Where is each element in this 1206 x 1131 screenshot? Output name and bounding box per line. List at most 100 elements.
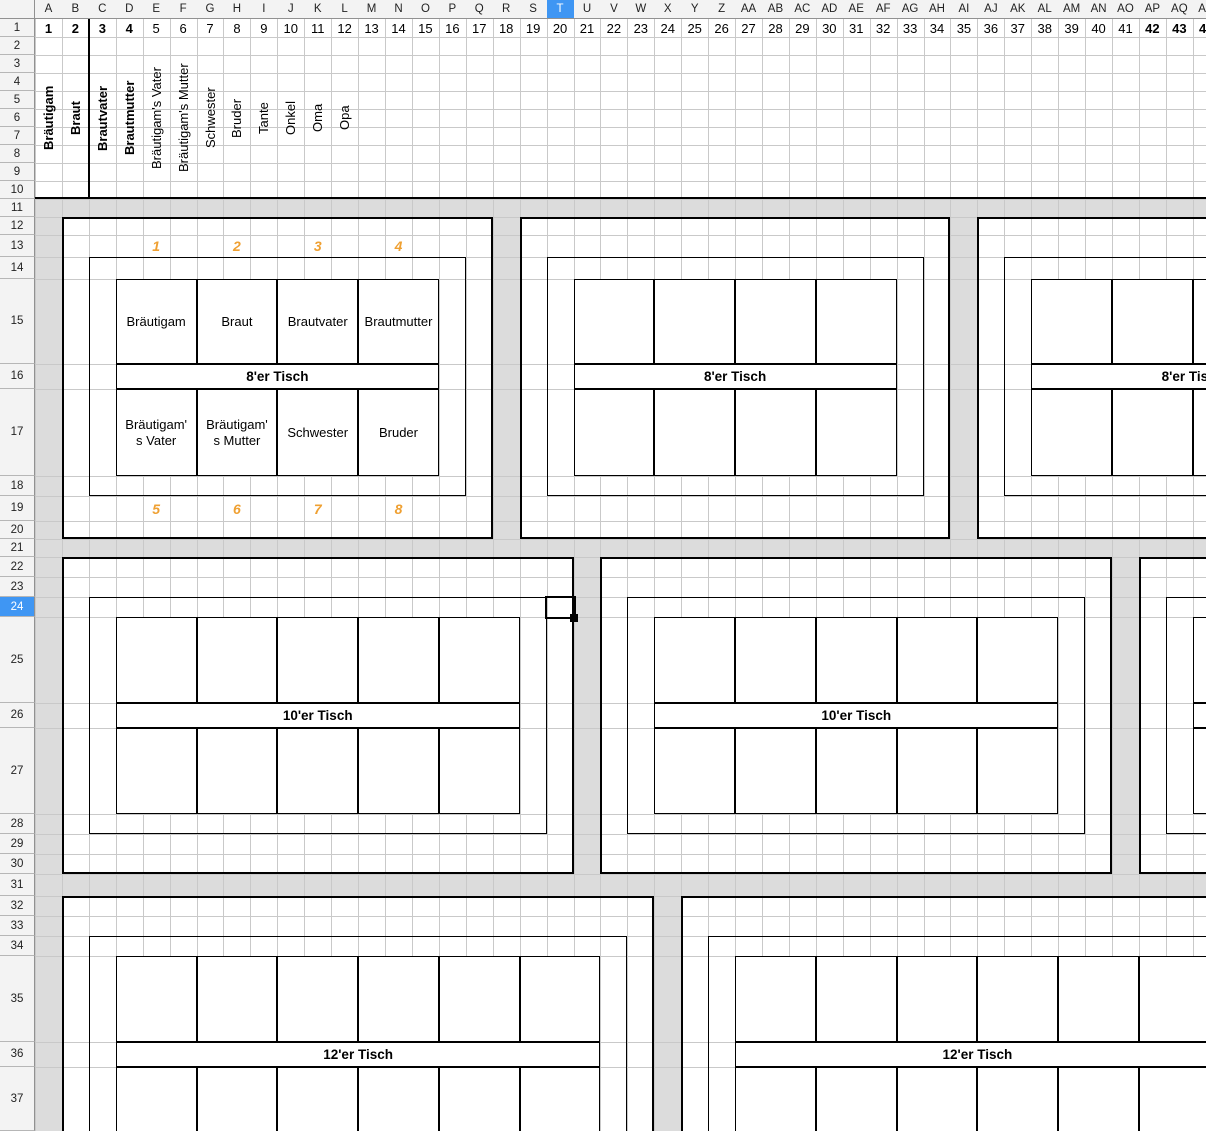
row-header-33[interactable]: 33 [0,916,35,936]
cell-guest-number[interactable]: 14 [385,19,412,37]
seat-cell[interactable] [197,1067,278,1131]
cell-guest-number[interactable]: 19 [520,19,547,37]
cell-guest-number[interactable]: 28 [762,19,789,37]
cell-guest-number[interactable]: 29 [789,19,816,37]
seat-cell[interactable]: Brautvater [277,279,358,364]
column-header-I[interactable]: I [250,0,278,19]
cell-guest-number[interactable]: 2 [62,19,89,37]
category-label-cell[interactable]: Bräutigam's Mutter [170,37,197,199]
seat-cell[interactable] [1058,956,1139,1042]
row-header-22[interactable]: 22 [0,557,35,577]
seat-cell[interactable] [1112,279,1193,364]
row-header-9[interactable]: 9 [0,163,35,181]
select-all-corner[interactable] [0,0,35,19]
row-header-26[interactable]: 26 [0,703,35,728]
seat-cell[interactable] [897,728,978,814]
seat-cell[interactable] [816,1067,897,1131]
row-header-7[interactable]: 7 [0,127,35,145]
seat-cell[interactable] [977,956,1058,1042]
fill-handle[interactable] [570,614,578,622]
seat-cell[interactable] [439,1067,520,1131]
seat-cell[interactable] [735,1067,816,1131]
seat-cell[interactable] [735,956,816,1042]
seat-cell[interactable] [1031,389,1112,476]
seat-cell[interactable] [1058,1067,1139,1131]
seat-cell[interactable] [977,617,1058,703]
seat-cell[interactable] [816,389,897,476]
column-header-AJ[interactable]: AJ [977,0,1005,19]
category-label-cell[interactable]: Bräutigam [35,37,62,199]
seat-cell[interactable] [1031,279,1112,364]
cell-guest-number[interactable]: 20 [547,19,574,37]
seat-cell[interactable] [735,389,816,476]
seat-cell[interactable] [277,728,358,814]
cell-guest-number[interactable]: 40 [1085,19,1112,37]
cell-guest-number[interactable]: 21 [574,19,601,37]
seat-cell[interactable] [439,617,520,703]
category-label-cell[interactable]: Tante [250,37,277,199]
column-header-L[interactable]: L [331,0,359,19]
seat-cell[interactable] [116,956,197,1042]
table-size-label[interactable]: 10'er Tisch [654,703,1058,728]
seat-cell[interactable] [277,617,358,703]
seat-cell[interactable] [1193,728,1206,814]
column-header-A[interactable]: A [35,0,63,19]
column-header-Z[interactable]: Z [708,0,736,19]
seat-cell[interactable] [735,279,816,364]
seat-cell[interactable] [574,389,655,476]
column-header-AD[interactable]: AD [816,0,844,19]
category-label-cell[interactable]: Opa [331,37,358,199]
cell-guest-number[interactable]: 32 [870,19,897,37]
column-header-H[interactable]: H [223,0,251,19]
cell-guest-number[interactable]: 24 [654,19,681,37]
cell-guest-number[interactable]: 43 [1166,19,1193,37]
seat-cell[interactable] [735,728,816,814]
cell-guest-number[interactable]: 12 [331,19,358,37]
category-label-cell[interactable]: Bräutigam's Vater [143,37,170,199]
row-header-35[interactable]: 35 [0,956,35,1042]
column-header-X[interactable]: X [654,0,682,19]
seat-cell[interactable] [897,956,978,1042]
cell-guest-number[interactable]: 4 [116,19,143,37]
table-size-label[interactable]: 8'er Tisch [116,364,439,389]
row-header-21[interactable]: 21 [0,539,35,557]
cell-guest-number[interactable]: 30 [816,19,843,37]
column-header-O[interactable]: O [412,0,440,19]
cell-guest-number[interactable]: 26 [708,19,735,37]
column-header-M[interactable]: M [358,0,386,19]
column-header-AK[interactable]: AK [1004,0,1032,19]
category-label-cell[interactable]: Onkel [277,37,304,199]
seat-cell[interactable]: Bräutigam [116,279,197,364]
seat-cell[interactable] [358,617,439,703]
seat-cell[interactable] [574,279,655,364]
seat-cell[interactable] [1139,1067,1206,1131]
seat-cell[interactable] [1193,389,1206,476]
cell-guest-number[interactable]: 44 [1193,19,1206,37]
seat-cell[interactable] [358,956,439,1042]
seat-cell[interactable] [197,617,278,703]
row-header-20[interactable]: 20 [0,521,35,539]
seat-cell[interactable] [654,279,735,364]
seat-cell[interactable]: Bräutigam' s Mutter [197,389,278,476]
category-label-cell[interactable]: Brautmutter [116,37,143,199]
row-header-11[interactable]: 11 [0,199,35,217]
cell-guest-number[interactable]: 6 [170,19,197,37]
row-header-34[interactable]: 34 [0,936,35,956]
seat-cell[interactable] [816,279,897,364]
category-label-cell[interactable]: Oma [304,37,331,199]
row-header-1[interactable]: 1 [0,19,35,37]
column-header-G[interactable]: G [197,0,225,19]
column-header-Y[interactable]: Y [681,0,709,19]
seat-cell[interactable] [277,1067,358,1131]
column-header-B[interactable]: B [62,0,90,19]
seat-cell[interactable] [897,1067,978,1131]
seat-cell[interactable] [197,728,278,814]
cell-guest-number[interactable]: 18 [493,19,520,37]
column-header-AG[interactable]: AG [897,0,925,19]
seat-cell[interactable] [654,728,735,814]
table-size-label[interactable]: 8'er Tisch [1031,364,1206,389]
column-header-F[interactable]: F [170,0,198,19]
seat-cell[interactable] [439,728,520,814]
row-header-15[interactable]: 15 [0,279,35,364]
cell-guest-number[interactable]: 22 [600,19,627,37]
